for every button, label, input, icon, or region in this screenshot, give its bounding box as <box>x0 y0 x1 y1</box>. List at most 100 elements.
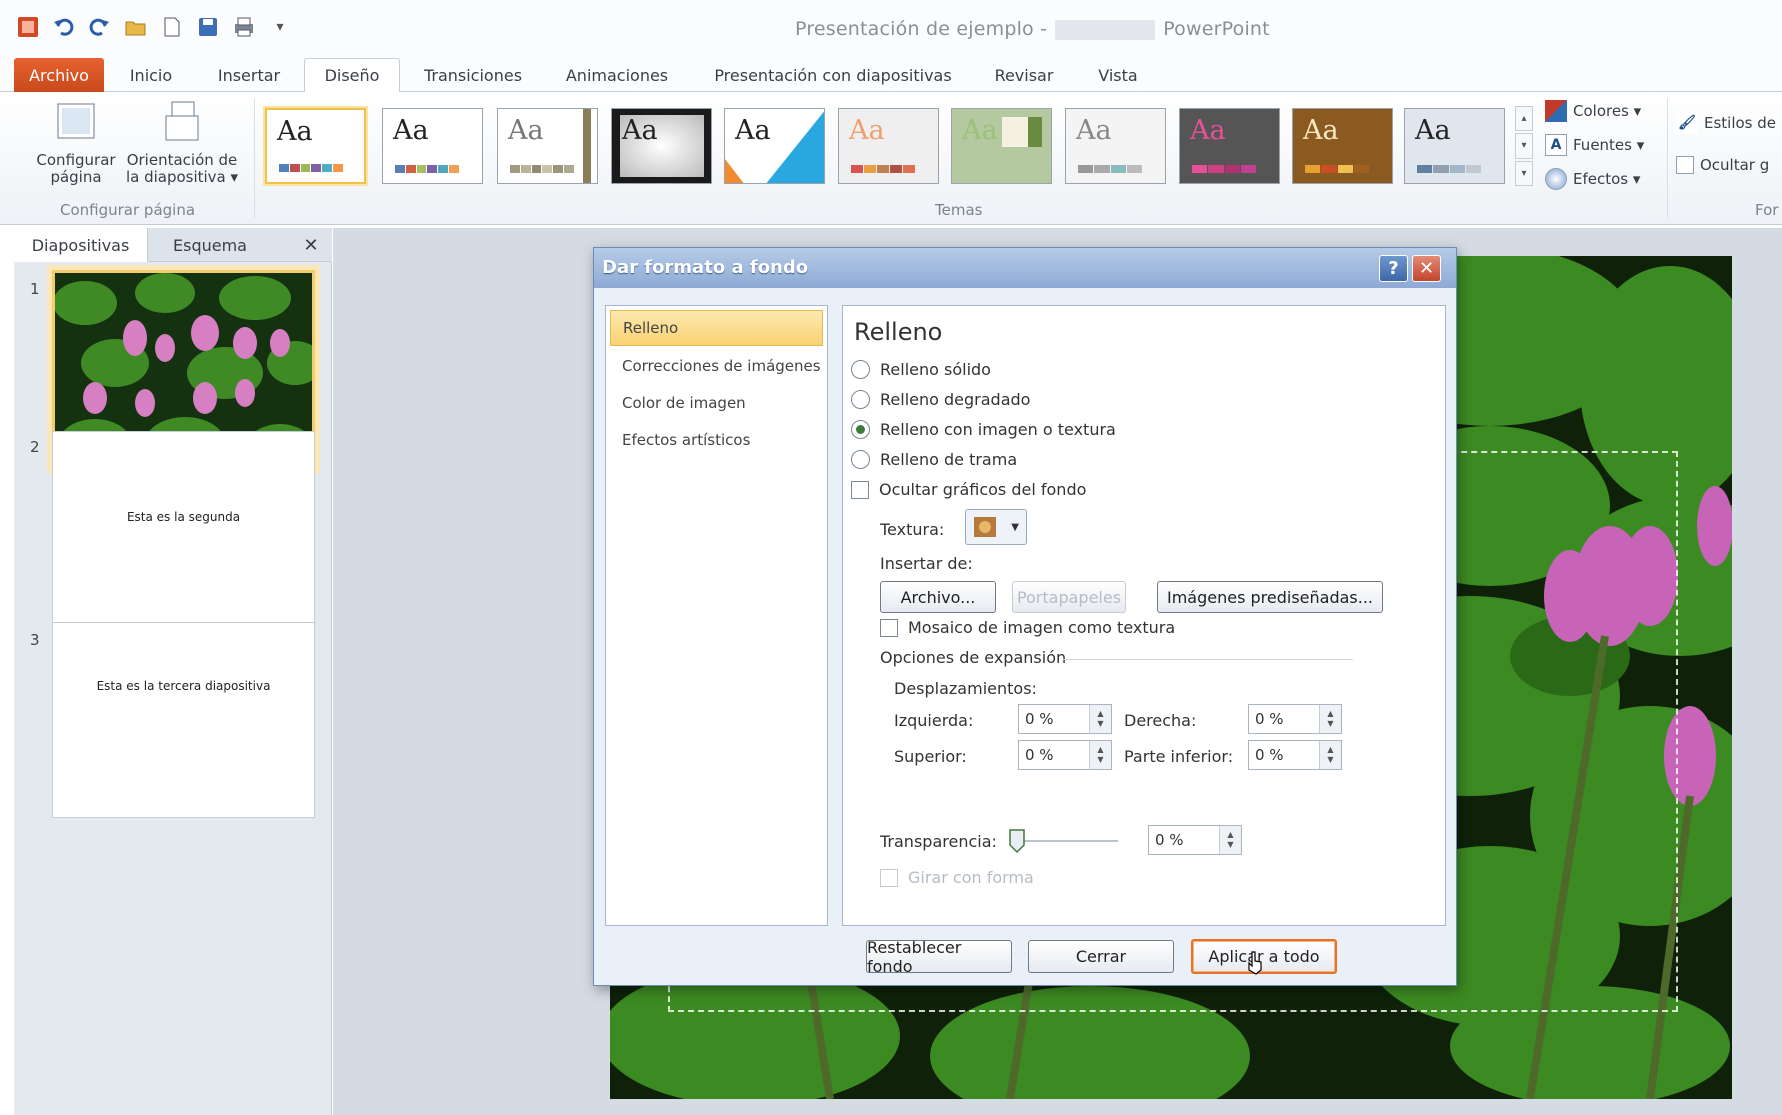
save-icon[interactable] <box>194 13 222 41</box>
tab-diseno[interactable]: Diseño <box>304 58 400 93</box>
relleno-degradado-radio[interactable]: Relleno degradado <box>851 390 1030 409</box>
colores-button[interactable]: Colores ▾ <box>1545 100 1641 122</box>
slide-thumbnail-2[interactable]: Esta es la segunda <box>52 431 315 627</box>
transparencia-spinner[interactable]: 0 % ▲ ▼ <box>1148 825 1242 855</box>
tab-animaciones[interactable]: Animaciones <box>562 58 672 92</box>
theme-thumbnail[interactable]: Aa <box>724 108 825 184</box>
superior-spinner[interactable]: 0 % ▲ ▼ <box>1018 740 1112 770</box>
group-separator <box>1667 98 1668 218</box>
powerpoint-app-icon[interactable] <box>14 13 42 41</box>
slide-thumbnail-3[interactable]: Esta es la tercera diapositiva <box>52 622 315 818</box>
spinner-arrows-icon[interactable]: ▲ ▼ <box>1089 741 1111 769</box>
ribbon: Configurar página Orientación de la diap… <box>0 92 1782 225</box>
slider-thumb-icon[interactable] <box>1008 828 1026 854</box>
spinner-arrows-icon[interactable]: ▲ ▼ <box>1219 826 1241 854</box>
slide-thumbnail-text: Esta es la tercera diapositiva <box>96 679 271 693</box>
theme-thumbnail[interactable]: Aa <box>1179 108 1280 184</box>
imagenes-prediseniadas-button[interactable]: Imágenes prediseñadas... <box>1157 581 1383 613</box>
help-button[interactable]: ? <box>1379 255 1408 282</box>
scroll-down-icon[interactable]: ▾ <box>1515 133 1533 159</box>
panel-close-icon[interactable]: ✕ <box>296 228 326 262</box>
relleno-trama-radio[interactable]: Relleno de trama <box>851 450 1017 469</box>
undo-icon[interactable] <box>50 13 78 41</box>
opciones-expansion-label: Opciones de expansión <box>880 648 1067 667</box>
aplicar-a-todo-button[interactable]: Aplicar a todo <box>1191 939 1337 974</box>
tab-transiciones[interactable]: Transiciones <box>418 58 528 92</box>
theme-thumbnail[interactable]: Aa <box>838 108 939 184</box>
theme-thumbnail[interactable]: Aa <box>497 108 598 184</box>
theme-color-bars <box>395 165 459 173</box>
configurar-pagina-button[interactable]: Configurar página <box>20 100 132 186</box>
tab-vista[interactable]: Vista <box>1090 58 1146 92</box>
scroll-up-icon[interactable]: ▴ <box>1515 106 1533 132</box>
tab-revisar[interactable]: Revisar <box>990 58 1058 92</box>
orientacion-button[interactable]: Orientación de la diapositiva ▾ <box>118 100 246 186</box>
new-document-icon[interactable] <box>158 13 186 41</box>
theme-color-bars <box>851 165 915 173</box>
theme-thumbnail[interactable]: Aa <box>1065 108 1166 184</box>
window-title: Presentación de ejemplo - PowerPoint <box>795 18 1270 40</box>
spinner-arrows-icon[interactable]: ▲ ▼ <box>1319 741 1341 769</box>
derecha-spinner[interactable]: 0 % ▲ ▼ <box>1248 704 1342 734</box>
customize-qat-icon[interactable]: ▾ <box>266 13 294 41</box>
redo-icon[interactable] <box>86 13 114 41</box>
nav-color-imagen[interactable]: Color de imagen <box>610 385 823 421</box>
dialog-title-bar[interactable]: Dar formato a fondo ? ✕ <box>594 248 1456 288</box>
theme-thumbnail[interactable]: Aa <box>1292 108 1393 184</box>
ocultar-graficos-checkbox[interactable]: Ocultar gráficos del fondo <box>851 480 1086 499</box>
restablecer-fondo-button[interactable]: Restablecer fondo <box>866 938 1012 976</box>
ocultar-graficos-checkbox[interactable]: Ocultar g <box>1676 156 1769 174</box>
spinner-arrows-icon[interactable]: ▲ ▼ <box>1089 705 1111 733</box>
estilos-fondo-button[interactable]: 🖌 Estilos de <box>1676 112 1776 134</box>
relleno-solido-radio[interactable]: Relleno sólido <box>851 360 991 379</box>
theme-thumbnail[interactable]: Aa <box>265 108 366 184</box>
relleno-imagen-label: Relleno con imagen o textura <box>880 420 1116 439</box>
theme-thumbnail[interactable]: Aa <box>951 108 1052 184</box>
print-icon[interactable] <box>230 13 258 41</box>
archivo-button[interactable]: Archivo... <box>880 581 996 613</box>
fonts-icon: A <box>1545 134 1567 156</box>
mosaico-checkbox[interactable]: Mosaico de imagen como textura <box>880 618 1175 637</box>
tab-presentacion[interactable]: Presentación con diapositivas <box>708 58 958 92</box>
nav-correcciones[interactable]: Correcciones de imágenes <box>610 348 823 384</box>
transparencia-value: 0 % <box>1155 831 1184 849</box>
theme-sample-text: Aa <box>1303 115 1339 146</box>
portapapeles-button[interactable]: Portapapeles <box>1012 581 1126 613</box>
theme-color-bars <box>1305 165 1369 173</box>
izquierda-spinner[interactable]: 0 % ▲ ▼ <box>1018 704 1112 734</box>
texture-picker[interactable]: ▼ <box>965 509 1027 545</box>
nav-relleno[interactable]: Relleno <box>610 310 823 346</box>
colors-icon <box>1545 100 1567 122</box>
title-bar: ▾ Presentación de ejemplo - PowerPoint <box>0 0 1782 58</box>
fuentes-button[interactable]: A Fuentes ▾ <box>1545 134 1644 156</box>
spinner-arrows-icon[interactable]: ▲ ▼ <box>1319 705 1341 733</box>
superior-value: 0 % <box>1025 746 1054 764</box>
tab-diapositivas[interactable]: Diapositivas <box>14 228 148 262</box>
cerrar-button[interactable]: Cerrar <box>1028 940 1174 973</box>
theme-color-bars <box>279 164 343 172</box>
group-separator <box>254 98 255 218</box>
mouse-cursor-icon <box>1248 951 1262 975</box>
tab-inicio[interactable]: Inicio <box>118 58 184 92</box>
tab-esquema[interactable]: Esquema <box>154 228 266 262</box>
transparencia-slider-track[interactable] <box>1023 840 1118 842</box>
inferior-spinner[interactable]: 0 % ▲ ▼ <box>1248 740 1342 770</box>
configurar-line1: Configurar <box>36 151 116 169</box>
efectos-button[interactable]: Efectos ▾ <box>1545 168 1640 190</box>
format-background-dialog: Dar formato a fondo ? ✕ Relleno Correcci… <box>593 247 1457 986</box>
theme-gallery-scroll[interactable]: ▴ ▾ ▾ <box>1515 106 1533 186</box>
derecha-value: 0 % <box>1255 710 1284 728</box>
theme-thumbnail[interactable]: Aa <box>382 108 483 184</box>
theme-thumbnail[interactable]: Aa <box>1404 108 1505 184</box>
tab-archivo[interactable]: Archivo <box>14 58 104 92</box>
dialog-close-icon[interactable]: ✕ <box>1412 255 1441 282</box>
theme-sample-text: Aa <box>508 115 544 146</box>
gallery-more-icon[interactable]: ▾ <box>1515 160 1533 186</box>
theme-thumbnail[interactable]: Aa <box>611 108 712 184</box>
relleno-imagen-radio[interactable]: Relleno con imagen o textura <box>851 420 1116 439</box>
girar-con-forma-checkbox[interactable]: Girar con forma <box>880 868 1034 887</box>
open-folder-icon[interactable] <box>122 13 150 41</box>
nav-efectos-artisticos[interactable]: Efectos artísticos <box>610 422 823 458</box>
slide-number: 1 <box>30 280 40 298</box>
tab-insertar[interactable]: Insertar <box>210 58 288 92</box>
